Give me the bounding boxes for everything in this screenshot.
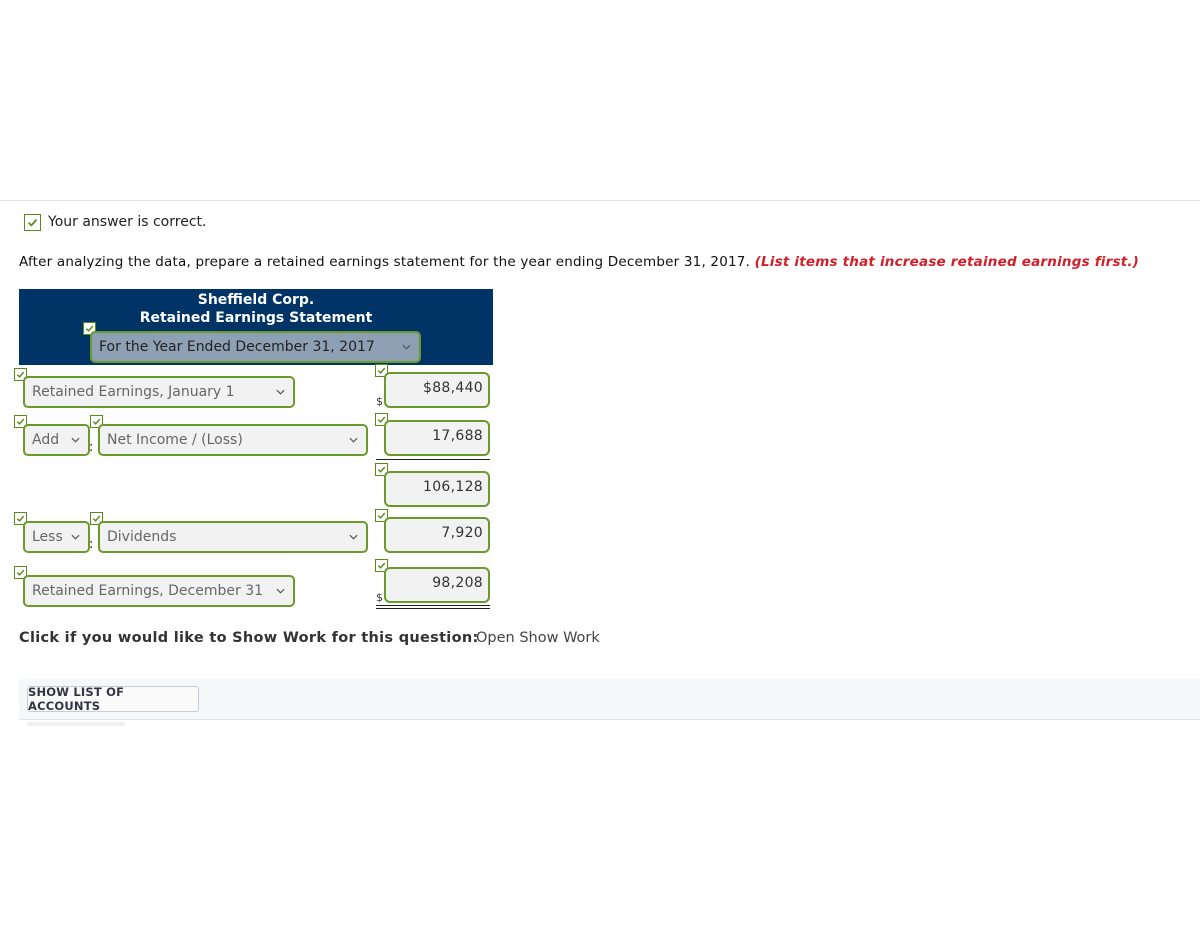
period-select[interactable]: For the Year Ended December 31, 2017 bbox=[90, 331, 421, 363]
chevron-down-icon bbox=[276, 389, 285, 395]
show-list-of-accounts-button[interactable]: SHOW LIST OF ACCOUNTS bbox=[27, 685, 199, 713]
row5-double-underline-bottom bbox=[376, 608, 490, 609]
instruction-highlight: (List items that increase retained earni… bbox=[754, 254, 1140, 270]
row4-account-value: Dividends bbox=[107, 529, 177, 545]
row1-account-select[interactable]: Retained Earnings, January 1 bbox=[23, 376, 295, 408]
top-divider bbox=[0, 200, 1200, 201]
row4-op-select[interactable]: Less bbox=[23, 521, 90, 553]
company-name: Sheffield Corp. bbox=[197, 292, 315, 308]
row1-currency: $ bbox=[376, 395, 383, 408]
row5-double-underline-top bbox=[376, 605, 490, 606]
row3-amount-input[interactable]: 106,128 bbox=[384, 471, 490, 507]
show-work-prompt: Click if you would like to Show Work for… bbox=[19, 630, 479, 646]
status-text: Your answer is correct. bbox=[48, 214, 207, 230]
open-show-work-link[interactable]: Open Show Work bbox=[476, 630, 600, 646]
row2-op-value: Add bbox=[32, 432, 60, 448]
row5-account-select[interactable]: Retained Earnings, December 31 bbox=[23, 575, 295, 607]
instruction-text: After analyzing the data, prepare a reta… bbox=[19, 254, 751, 270]
period-select-value: For the Year Ended December 31, 2017 bbox=[99, 339, 375, 355]
instruction: After analyzing the data, prepare a reta… bbox=[19, 254, 1139, 270]
chevron-down-icon bbox=[71, 437, 80, 443]
chevron-down-icon bbox=[71, 534, 80, 540]
chevron-down-icon bbox=[276, 588, 285, 594]
row4-colon: : bbox=[89, 537, 94, 552]
row2-underline bbox=[376, 459, 490, 460]
row5-currency: $ bbox=[376, 591, 383, 604]
row5-amount-input[interactable]: 98,208 bbox=[384, 567, 490, 603]
row2-op-select[interactable]: Add bbox=[23, 424, 90, 456]
row4-amount-input[interactable]: 7,920 bbox=[384, 517, 490, 553]
row5-account-value: Retained Earnings, December 31 bbox=[32, 583, 264, 599]
row1-account-value: Retained Earnings, January 1 bbox=[32, 384, 235, 400]
row4-account-select[interactable]: Dividends bbox=[98, 521, 368, 553]
chevron-down-icon bbox=[349, 534, 358, 540]
row2-colon: : bbox=[89, 440, 94, 455]
row2-account-select[interactable]: Net Income / (Loss) bbox=[98, 424, 368, 456]
row2-amount-input[interactable]: 17,688 bbox=[384, 420, 490, 456]
chevron-down-icon bbox=[402, 344, 411, 350]
row1-amount-input[interactable]: $88,440 bbox=[384, 372, 490, 408]
chevron-down-icon bbox=[349, 437, 358, 443]
row4-op-value: Less bbox=[32, 529, 63, 545]
row2-account-value: Net Income / (Loss) bbox=[107, 432, 243, 448]
correct-check-icon bbox=[24, 214, 41, 231]
footer-stub bbox=[27, 722, 125, 726]
